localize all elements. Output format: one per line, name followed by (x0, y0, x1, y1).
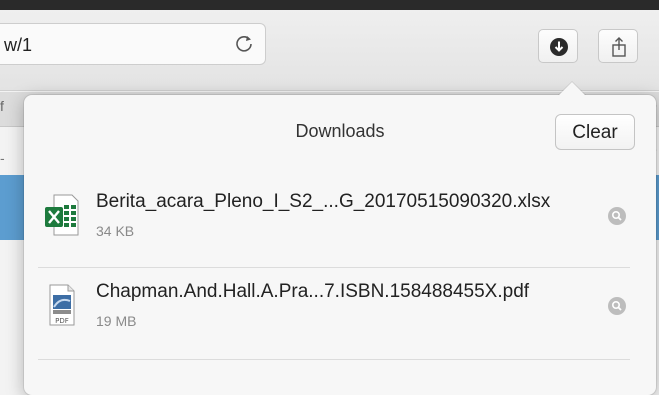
row-divider (38, 359, 630, 360)
page-background-text: - (0, 150, 5, 166)
reload-icon[interactable] (233, 33, 255, 55)
download-item[interactable]: PDF Chapman.And.Hall.A.Pra...7.ISBN.1584… (38, 273, 642, 359)
address-bar[interactable]: w/1 (0, 23, 266, 65)
file-size: 34 KB (96, 223, 135, 239)
address-text: w/1 (4, 35, 33, 55)
clear-button[interactable]: Clear (555, 114, 635, 150)
file-name: Berita_acara_Pleno_I_S2_...G_20170515090… (96, 191, 551, 212)
popover-arrow (558, 82, 586, 96)
share-button[interactable] (598, 29, 638, 63)
row-divider (38, 267, 630, 268)
file-name: Chapman.And.Hall.A.Pra...7.ISBN.15848845… (96, 281, 530, 302)
download-icon (550, 38, 568, 56)
tab-fragment[interactable]: f (0, 98, 4, 114)
browser-toolbar: w/1 (0, 10, 659, 91)
svg-text:PDF: PDF (55, 317, 69, 325)
reveal-in-finder-icon[interactable] (608, 207, 626, 225)
downloads-button[interactable] (538, 29, 578, 63)
excel-file-icon (45, 194, 79, 236)
file-size: 19 MB (96, 313, 137, 329)
share-icon (612, 37, 626, 57)
downloads-popover: Downloads Clear Berita_acara_Pleno_I_S2_… (24, 82, 656, 395)
download-item[interactable]: Berita_acara_Pleno_I_S2_...G_20170515090… (38, 183, 642, 269)
reveal-in-finder-icon[interactable] (608, 297, 626, 315)
pdf-file-icon: PDF (49, 284, 75, 326)
window-top-edge (0, 0, 659, 10)
